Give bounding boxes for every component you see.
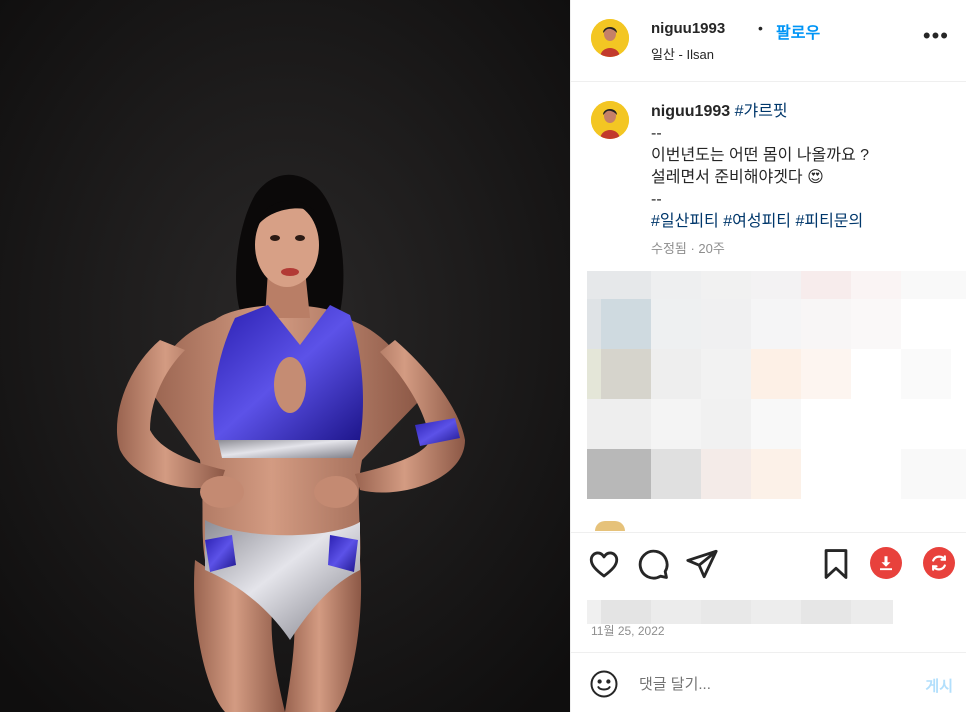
- action-bar: [571, 532, 966, 594]
- post-header: niguu1993 • 팔로우 일산 - Ilsan •••: [571, 0, 966, 82]
- heart-icon[interactable]: [587, 547, 621, 581]
- caption-text: 이번년도는 어떤 몸이 나올까요 ?: [651, 147, 870, 164]
- share-icon[interactable]: [685, 547, 719, 581]
- caption-text: --: [651, 191, 662, 208]
- caption-text: --: [651, 125, 662, 142]
- caption-text: 설레면서 준비해야겟다 😍: [651, 169, 824, 186]
- hashtag-link[interactable]: #여성피티: [723, 213, 791, 230]
- caption-username[interactable]: niguu1993: [651, 103, 730, 120]
- post-side-panel: niguu1993 • 팔로우 일산 - Ilsan ••• niguu1993…: [570, 0, 966, 712]
- header-username[interactable]: niguu1993: [651, 20, 725, 37]
- bodybuilder-photo: [0, 0, 570, 712]
- hashtag-link[interactable]: #일산피티: [651, 213, 719, 230]
- refresh-icon[interactable]: [923, 547, 955, 579]
- caption-meta: 수정됨 · 20주: [651, 241, 725, 256]
- profile-avatar[interactable]: [591, 19, 629, 57]
- comment-bar: 게시: [571, 652, 966, 712]
- header-separator: •: [758, 20, 763, 36]
- location-link[interactable]: 일산 - Ilsan: [651, 44, 714, 63]
- comment-input[interactable]: [639, 671, 889, 697]
- emoji-icon[interactable]: [589, 669, 619, 699]
- hashtag-link[interactable]: #피티문의: [795, 213, 863, 230]
- post-date: 11월 25, 2022: [591, 624, 665, 638]
- more-horizontal-icon[interactable]: •••: [923, 25, 949, 47]
- post-image[interactable]: [0, 0, 570, 712]
- next-comment-avatar: [595, 521, 625, 531]
- blurred-likes: [587, 600, 893, 624]
- comment-icon[interactable]: [636, 547, 670, 581]
- download-icon[interactable]: [870, 547, 902, 579]
- blurred-comments: [587, 271, 966, 501]
- hashtag-link[interactable]: #갸르핏: [735, 103, 788, 120]
- post-comment-button[interactable]: 게시: [925, 675, 953, 696]
- follow-button[interactable]: 팔로우: [776, 19, 820, 43]
- post-caption: niguu1993 #갸르핏 -- 이번년도는 어떤 몸이 나올까요 ? 설레면…: [651, 101, 951, 233]
- caption-avatar[interactable]: [591, 101, 629, 139]
- bookmark-icon[interactable]: [819, 547, 853, 581]
